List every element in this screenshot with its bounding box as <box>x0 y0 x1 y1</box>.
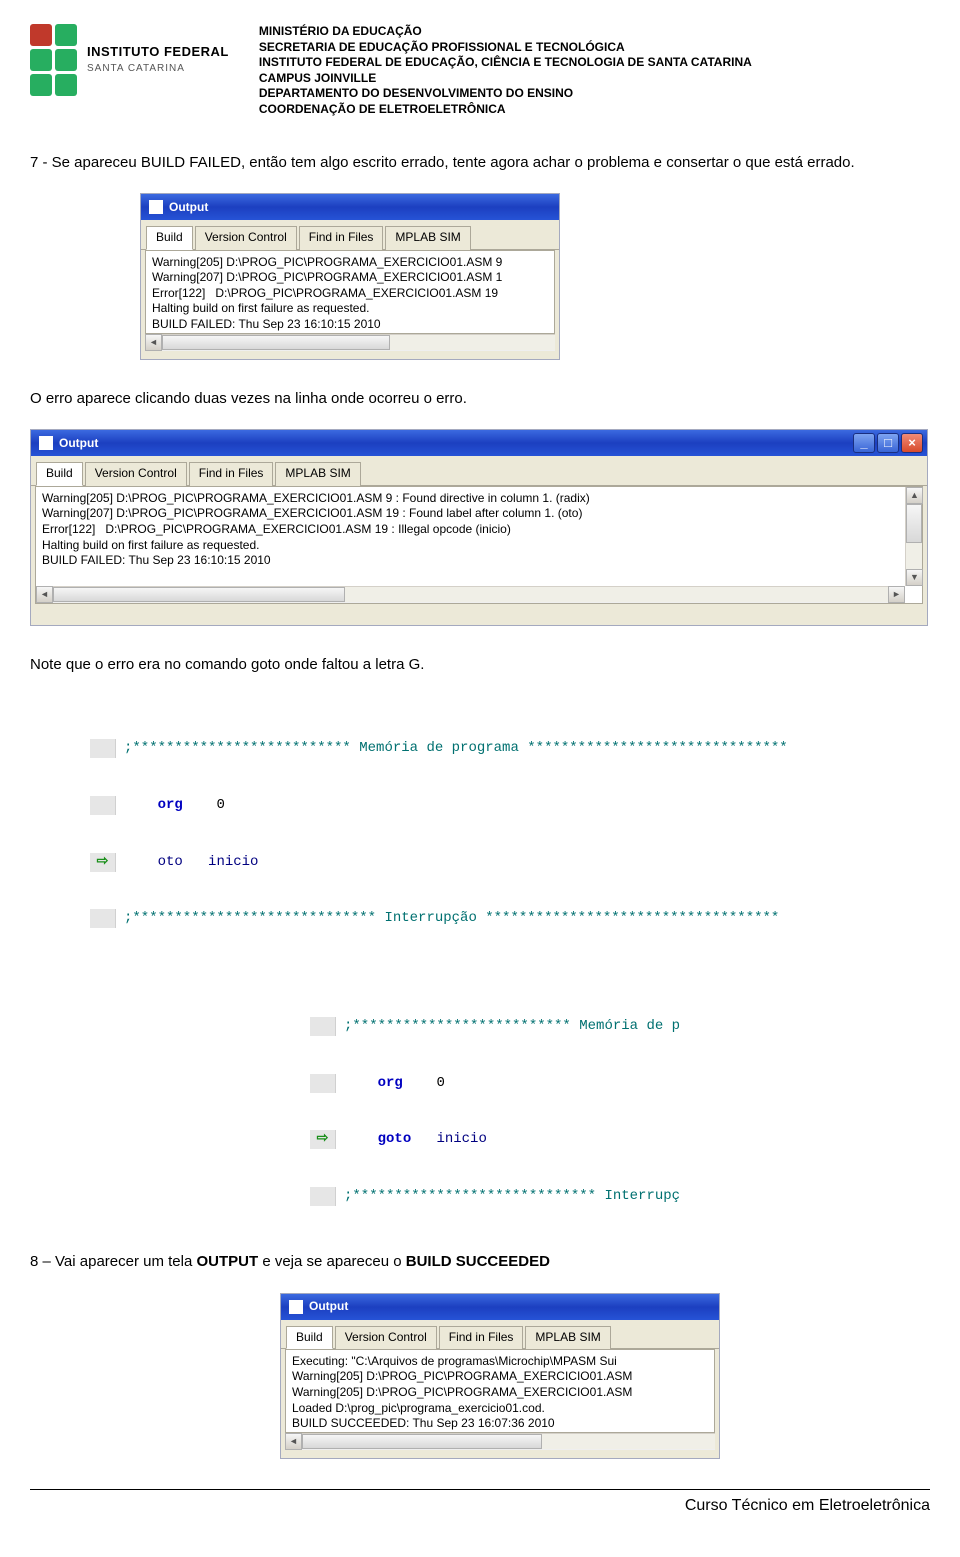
code-kw: goto <box>378 1131 412 1147</box>
maximize-button[interactable]: □ <box>877 433 899 453</box>
scroll-up-icon[interactable]: ▲ <box>906 487 923 504</box>
header-lines: MINISTÉRIO DA EDUCAÇÃO SECRETARIA DE EDU… <box>259 24 752 118</box>
para-erro-click: O erro aparece clicando duas vezes na li… <box>30 388 930 410</box>
tab-build[interactable]: Build <box>286 1326 333 1349</box>
output-window-small: Output Build Version Control Find in Fil… <box>140 193 560 359</box>
output-window-wide: Output _ □ × Build Version Control Find … <box>30 429 928 625</box>
window-title: Output <box>309 1298 348 1315</box>
gutter <box>90 739 116 758</box>
tab-version-control[interactable]: Version Control <box>85 462 187 485</box>
gutter <box>310 1074 336 1093</box>
scroll-down-icon[interactable]: ▼ <box>906 569 923 586</box>
step-8-text: 8 – Vai aparecer um tela OUTPUT e veja s… <box>30 1251 930 1273</box>
tab-version-control[interactable]: Version Control <box>195 226 297 249</box>
scroll-thumb[interactable] <box>162 335 390 350</box>
code-arg: 0 <box>216 797 224 813</box>
gutter <box>310 1017 336 1036</box>
output-pane: Warning[205] D:\PROG_PIC\PROGRAMA_EXERCI… <box>35 486 923 604</box>
header-line: COORDENAÇÃO DE ELETROELETRÔNICA <box>259 102 752 118</box>
code-comment: ;***************************** Interrupç… <box>124 910 779 926</box>
tab-build[interactable]: Build <box>146 226 193 249</box>
tab-find[interactable]: Find in Files <box>189 462 274 485</box>
tab-strip: Build Version Control Find in Files MPLA… <box>31 456 927 485</box>
window-icon <box>149 200 163 214</box>
code-snippet-fixed: ;************************** Memória de p… <box>310 973 850 1231</box>
output-text[interactable]: Warning[205] D:\PROG_PIC\PROGRAMA_EXERCI… <box>146 251 554 333</box>
output-window-success: Output Build Version Control Find in Fil… <box>280 1293 720 1459</box>
logo-line1: INSTITUTO FEDERAL <box>87 43 229 62</box>
step-8-a: 8 – Vai aparecer um tela <box>30 1253 196 1270</box>
tab-strip: Build Version Control Find in Files MPLA… <box>281 1320 719 1349</box>
window-icon <box>289 1300 303 1314</box>
tab-build[interactable]: Build <box>36 462 83 485</box>
code-comment: ;************************** Memória de p… <box>124 740 788 756</box>
scroll-thumb[interactable] <box>906 504 922 543</box>
header-line: DEPARTAMENTO DO DESENVOLVIMENTO DO ENSIN… <box>259 86 752 102</box>
logo: INSTITUTO FEDERAL SANTA CATARINA <box>30 24 229 96</box>
code-snippet-error: ;************************** Memória de p… <box>90 696 910 954</box>
h-scrollbar[interactable]: ◄ <box>145 334 555 351</box>
logo-text: INSTITUTO FEDERAL SANTA CATARINA <box>87 43 229 76</box>
current-line-arrow-icon: ⇨ <box>90 853 116 872</box>
logo-squares <box>30 24 77 96</box>
step-8-b: OUTPUT <box>196 1253 258 1270</box>
output-text[interactable]: Executing: "C:\Arquivos de programas\Mic… <box>286 1350 714 1432</box>
code-kw: org <box>378 1075 403 1091</box>
code-comment: ;***************************** Interrupç <box>344 1188 680 1204</box>
scroll-left-icon[interactable]: ◄ <box>145 334 162 351</box>
minimize-button[interactable]: _ <box>853 433 875 453</box>
code-arg: inicio <box>208 854 258 870</box>
titlebar[interactable]: Output <box>281 1294 719 1320</box>
code-comment: ;************************** Memória de p <box>344 1018 680 1034</box>
scroll-thumb[interactable] <box>53 587 345 602</box>
window-title: Output <box>169 199 208 216</box>
code-arg: 0 <box>436 1075 444 1091</box>
step-8-d: BUILD SUCCEEDED <box>406 1253 550 1270</box>
footer-text: Curso Técnico em Eletroeletrônica <box>0 1490 960 1517</box>
tab-strip: Build Version Control Find in Files MPLA… <box>141 220 559 249</box>
tab-mplab-sim[interactable]: MPLAB SIM <box>275 462 360 485</box>
output-pane: Warning[205] D:\PROG_PIC\PROGRAMA_EXERCI… <box>145 250 555 334</box>
v-scrollbar[interactable]: ▲ ▼ <box>905 487 922 586</box>
code-kw: org <box>158 797 183 813</box>
para-goto: Note que o erro era no comando goto onde… <box>30 654 930 676</box>
step-8-c: e veja se apareceu o <box>258 1253 406 1270</box>
logo-line2: SANTA CATARINA <box>87 62 229 77</box>
code-kw: oto <box>158 854 183 870</box>
gutter <box>90 796 116 815</box>
current-line-arrow-icon: ⇨ <box>310 1130 336 1149</box>
letterhead: INSTITUTO FEDERAL SANTA CATARINA MINISTÉ… <box>0 0 960 128</box>
gutter <box>90 909 116 928</box>
h-scrollbar[interactable]: ◄ ► <box>36 586 905 603</box>
gutter <box>310 1187 336 1206</box>
window-icon <box>39 436 53 450</box>
scroll-left-icon[interactable]: ◄ <box>36 586 53 603</box>
scroll-left-icon[interactable]: ◄ <box>285 1433 302 1450</box>
h-scrollbar[interactable]: ◄ <box>285 1433 715 1450</box>
header-line: MINISTÉRIO DA EDUCAÇÃO <box>259 24 752 40</box>
tab-version-control[interactable]: Version Control <box>335 1326 437 1349</box>
header-line: CAMPUS JOINVILLE <box>259 71 752 87</box>
scroll-thumb[interactable] <box>302 1434 542 1449</box>
titlebar[interactable]: Output <box>141 194 559 220</box>
close-button[interactable]: × <box>901 433 923 453</box>
header-line: INSTITUTO FEDERAL DE EDUCAÇÃO, CIÊNCIA E… <box>259 55 752 71</box>
output-pane: Executing: "C:\Arquivos de programas\Mic… <box>285 1349 715 1433</box>
code-arg: inicio <box>436 1131 486 1147</box>
tab-mplab-sim[interactable]: MPLAB SIM <box>525 1326 610 1349</box>
scroll-right-icon[interactable]: ► <box>888 586 905 603</box>
titlebar[interactable]: Output _ □ × <box>31 430 927 456</box>
header-line: SECRETARIA DE EDUCAÇÃO PROFISSIONAL E TE… <box>259 40 752 56</box>
window-title: Output <box>59 435 98 452</box>
tab-mplab-sim[interactable]: MPLAB SIM <box>385 226 470 249</box>
tab-find[interactable]: Find in Files <box>299 226 384 249</box>
step-7-text: 7 - Se apareceu BUILD FAILED, então tem … <box>30 152 930 174</box>
tab-find[interactable]: Find in Files <box>439 1326 524 1349</box>
